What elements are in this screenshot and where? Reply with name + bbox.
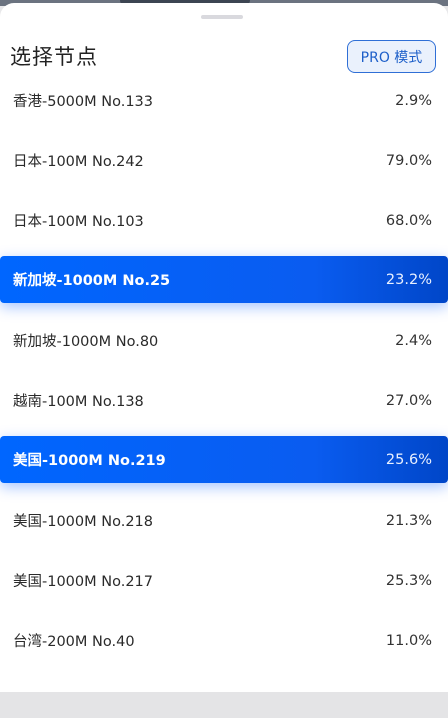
- node-row[interactable]: 日本-100M No.103 68.0%: [0, 197, 448, 244]
- node-row[interactable]: 台湾-200M No.40 11.0%: [0, 617, 448, 664]
- node-name: 美国-1000M No.219: [13, 453, 166, 469]
- sheet-title: 选择节点: [10, 45, 98, 69]
- node-select-sheet: 选择节点 PRO 模式 香港-5000M No.133 2.9% 日本-100M…: [0, 3, 448, 692]
- node-name: 新加坡-1000M No.80: [13, 334, 159, 350]
- node-name: 美国-1000M No.217: [13, 574, 154, 590]
- node-load: 25.3%: [385, 572, 432, 589]
- node-load: 27.0%: [385, 392, 432, 409]
- sheet-drag-handle[interactable]: [201, 15, 243, 19]
- node-row[interactable]: 新加坡-1000M No.80 2.4%: [0, 317, 448, 364]
- bottom-bar: [0, 692, 448, 718]
- node-load: 23.2%: [385, 271, 432, 288]
- node-row[interactable]: 美国-1000M No.217 25.3%: [0, 557, 448, 604]
- node-name: 台湾-200M No.40: [13, 634, 135, 650]
- node-name: 新加坡-1000M No.25: [13, 273, 171, 289]
- node-row[interactable]: 美国: [0, 677, 448, 692]
- node-name: 香港-5000M No.133: [13, 94, 154, 110]
- node-load: 79.0%: [385, 152, 432, 169]
- node-list[interactable]: 香港-5000M No.133 2.9% 日本-100M No.242 79.0…: [0, 70, 448, 692]
- node-row[interactable]: 越南-100M No.138 27.0%: [0, 377, 448, 424]
- node-load: 25.6%: [385, 451, 432, 468]
- node-row[interactable]: 美国-1000M No.218 21.3%: [0, 497, 448, 544]
- node-name: 日本-100M No.103: [13, 214, 144, 230]
- node-name: 日本-100M No.242: [13, 154, 144, 170]
- node-row[interactable]: 香港-5000M No.133 2.9%: [0, 77, 448, 124]
- node-row-selected[interactable]: 美国-1000M No.219 25.6%: [0, 436, 448, 483]
- node-load: 11.0%: [385, 632, 432, 649]
- node-load: 2.4%: [395, 332, 432, 349]
- node-load: 2.9%: [395, 92, 432, 109]
- node-row-selected[interactable]: 新加坡-1000M No.25 23.2%: [0, 256, 448, 303]
- node-row[interactable]: 日本-100M No.242 79.0%: [0, 137, 448, 184]
- node-load: 68.0%: [385, 212, 432, 229]
- node-load: 21.3%: [385, 512, 432, 529]
- pro-mode-button[interactable]: PRO 模式: [347, 40, 436, 73]
- node-name: 越南-100M No.138: [13, 394, 144, 410]
- node-name: 美国-1000M No.218: [13, 514, 154, 530]
